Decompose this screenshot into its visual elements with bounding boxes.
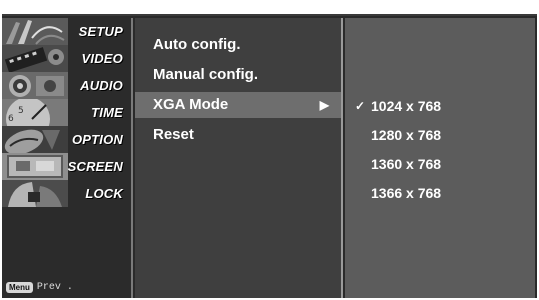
xga-option-label: 1366 x 768 bbox=[371, 185, 442, 201]
menu-item-reset[interactable]: Reset bbox=[135, 122, 341, 148]
xga-option-label: 1360 x 768 bbox=[371, 156, 442, 172]
option-badge-icon bbox=[2, 126, 68, 153]
prev-hint: Menu Prev . bbox=[6, 280, 73, 294]
sidebar-item-time[interactable]: 6 5 TIME bbox=[2, 99, 131, 126]
prev-hint-label: Prev . bbox=[36, 281, 73, 293]
sidebar-item-label: OPTION bbox=[71, 132, 123, 147]
sidebar-item-label: VIDEO bbox=[81, 51, 123, 66]
sidebar-item-label: SCREEN bbox=[67, 159, 123, 174]
svg-text:5: 5 bbox=[18, 106, 24, 116]
satellite-dish-icon bbox=[2, 18, 68, 45]
menu-item-xga-mode[interactable]: XGA Mode ▶ bbox=[135, 92, 341, 118]
osd-frame: SETUP VIDEO AUDIO 6 5 TIME OPTION SCREEN… bbox=[2, 14, 537, 298]
menu-item-label: Auto config. bbox=[153, 36, 241, 53]
svg-text:6: 6 bbox=[8, 114, 14, 124]
menu-item-manual-config[interactable]: Manual config. bbox=[135, 62, 341, 88]
clock-icon: 6 5 bbox=[2, 99, 68, 126]
tv-osd-screen: SETUP VIDEO AUDIO 6 5 TIME OPTION SCREEN… bbox=[0, 0, 539, 300]
menu-key-icon: Menu bbox=[6, 281, 33, 293]
xga-option-label: 1024 x 768 bbox=[371, 98, 442, 114]
menu-item-label: Manual config. bbox=[153, 66, 258, 83]
xga-option-1024x768[interactable]: ✓ 1024 x 768 bbox=[345, 92, 535, 120]
sidebar-empty-area: Menu Prev . bbox=[2, 236, 131, 298]
sidebar-item-screen[interactable]: SCREEN bbox=[2, 153, 131, 180]
sidebar-item-video[interactable]: VIDEO bbox=[2, 45, 131, 72]
xga-option-1366x768[interactable]: 1366 x 768 bbox=[345, 179, 535, 207]
menu-item-label: XGA Mode bbox=[153, 96, 229, 113]
sidebar-item-option[interactable]: OPTION bbox=[2, 126, 131, 153]
speaker-icon bbox=[2, 72, 68, 99]
lock-icon bbox=[2, 180, 68, 207]
arrow-right-icon: ▶ bbox=[319, 98, 329, 112]
xga-option-label: 1280 x 768 bbox=[371, 127, 442, 143]
screen-icon bbox=[2, 153, 68, 180]
checkmark-icon: ✓ bbox=[355, 99, 366, 113]
sidebar-item-setup[interactable]: SETUP bbox=[2, 18, 131, 45]
category-sidebar: SETUP VIDEO AUDIO 6 5 TIME OPTION SCREEN… bbox=[2, 18, 133, 298]
menu-item-label: Reset bbox=[153, 126, 194, 143]
sidebar-item-lock[interactable]: LOCK bbox=[2, 180, 131, 207]
xga-option-1280x768[interactable]: 1280 x 768 bbox=[345, 121, 535, 149]
film-reel-icon bbox=[2, 45, 68, 72]
sidebar-item-label: AUDIO bbox=[80, 78, 123, 93]
setup-menu-panel: Auto config. Manual config. XGA Mode ▶ R… bbox=[135, 18, 343, 298]
sidebar-item-label: TIME bbox=[91, 105, 123, 120]
sidebar-item-label: LOCK bbox=[85, 186, 123, 201]
sidebar-item-audio[interactable]: AUDIO bbox=[2, 72, 131, 99]
xga-mode-submenu: ✓ 1024 x 768 1280 x 768 1360 x 768 1366 … bbox=[345, 18, 535, 298]
xga-option-1360x768[interactable]: 1360 x 768 bbox=[345, 150, 535, 178]
sidebar-item-label: SETUP bbox=[78, 24, 123, 39]
menu-item-auto-config[interactable]: Auto config. bbox=[135, 32, 341, 58]
